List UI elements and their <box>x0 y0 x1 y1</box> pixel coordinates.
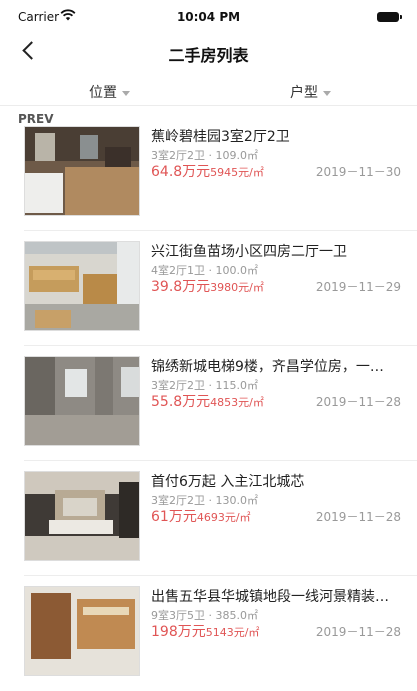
price-per-square-meter: 5143元/㎡ <box>205 626 260 639</box>
list-item[interactable]: 锦绣新城电梯9楼，齐昌学位房，一… 3室2厅2卫 · 115.0㎡ 55.8万元… <box>0 346 417 461</box>
listing-price: 61万元4693元/㎡ <box>151 506 251 526</box>
price-total: 64.8万元 <box>151 164 211 180</box>
listing-title: 兴江街鱼苗场小区四房二厅一卫 <box>151 244 347 260</box>
listing-photo[interactable] <box>24 126 140 216</box>
price-total: 39.8万元 <box>151 279 211 295</box>
price-per-square-meter: 4853元/㎡ <box>210 396 264 409</box>
listing-photo[interactable] <box>24 241 140 331</box>
type-filter-dropdown[interactable]: 户型 <box>290 82 331 102</box>
price-per-square-meter: 3980元/㎡ <box>210 281 264 294</box>
caret-down-icon <box>122 90 130 96</box>
type-filter-label: 户型 <box>290 85 318 101</box>
list-item[interactable]: 首付6万起 入主江北城芯 3室2厅2卫 · 130.0㎡ 61万元4693元/㎡… <box>0 461 417 576</box>
page-title: 二手房列表 <box>168 46 249 65</box>
price-per-square-meter: 5945元/㎡ <box>210 166 264 179</box>
listing-title: 首付6万起 入主江北城芯 <box>151 474 305 490</box>
price-per-square-meter: 4693元/㎡ <box>196 511 251 524</box>
price-total: 55.8万元 <box>151 394 211 410</box>
listing-date: 2019－11－28 <box>315 625 401 639</box>
caret-down-icon <box>323 90 331 96</box>
price-total: 61万元 <box>151 509 197 525</box>
list-item[interactable]: 蕉岭碧桂园3室2厅2卫 3室2厅2卫 · 109.0㎡ 64.8万元5945元/… <box>0 116 417 231</box>
navigation-bar: 二手房列表 <box>0 30 417 72</box>
status-bar: Carrier 10:04 PM <box>0 0 417 30</box>
listing-date: 2019－11－28 <box>315 510 401 524</box>
listing-price: 39.8万元3980元/㎡ <box>151 276 264 296</box>
listing-price: 64.8万元5945元/㎡ <box>151 161 264 181</box>
battery-icon <box>377 12 402 22</box>
list-item[interactable]: 兴江街鱼苗场小区四房二厅一卫 4室2厅1卫 · 100.0㎡ 39.8万元398… <box>0 231 417 346</box>
listing-date: 2019－11－30 <box>315 165 401 179</box>
status-time: 10:04 PM <box>176 10 241 24</box>
listing-photo[interactable] <box>24 356 140 446</box>
listing-date: 2019－11－28 <box>315 395 401 409</box>
listing-title: 出售五华县华城镇地段一线河景精装… <box>151 589 389 605</box>
listing-title: 锦绣新城电梯9楼，齐昌学位房，一… <box>151 359 384 375</box>
listing-photo[interactable] <box>24 586 140 676</box>
listing-date: 2019－11－29 <box>315 280 401 294</box>
listing-price: 55.8万元4853元/㎡ <box>151 391 264 411</box>
price-total: 198万元 <box>151 624 206 640</box>
listing-price: 198万元5143元/㎡ <box>151 621 259 641</box>
listing-photo[interactable] <box>24 471 140 561</box>
filter-bar: 位置 户型 <box>0 78 417 106</box>
list-item[interactable]: 出售五华县华城镇地段一线河景精装… 9室3厅5卫 · 385.0㎡ 198万元5… <box>0 576 417 691</box>
location-filter-dropdown[interactable]: 位置 <box>89 82 130 102</box>
location-filter-label: 位置 <box>89 85 117 101</box>
listing-title: 蕉岭碧桂园3室2厅2卫 <box>151 129 290 145</box>
